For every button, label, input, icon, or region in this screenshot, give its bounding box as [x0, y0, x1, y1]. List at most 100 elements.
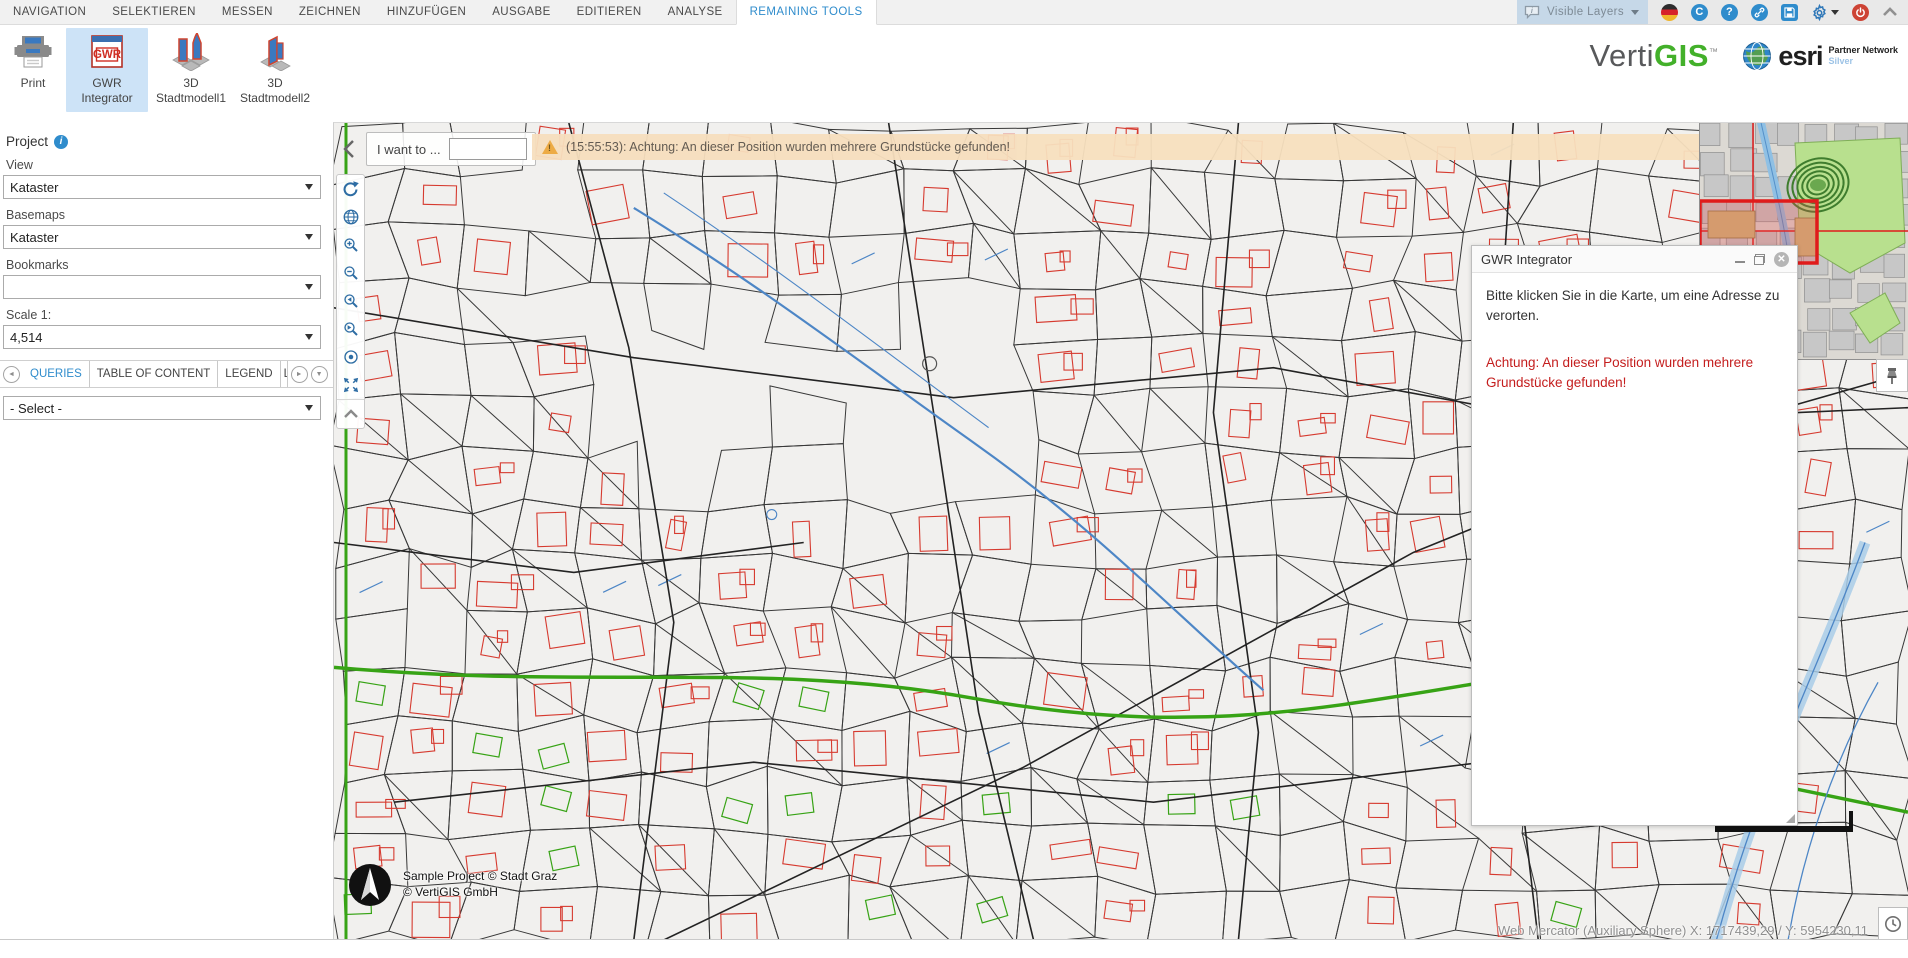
basemaps-select-value: Kataster: [10, 230, 58, 245]
zoom-out-icon[interactable]: [337, 259, 364, 287]
stadtmodell2-label-line1: 3D: [267, 76, 282, 90]
current-location-icon[interactable]: [337, 343, 364, 371]
menu-item-editieren[interactable]: EDITIEREN: [564, 0, 655, 24]
dropdown-caret-icon: [305, 184, 313, 190]
view-select[interactable]: Kataster: [3, 175, 321, 199]
tab-table-of-content[interactable]: TABLE OF CONTENT: [90, 361, 219, 387]
panel-resize-handle[interactable]: [1786, 814, 1795, 823]
minimize-icon[interactable]: [1735, 261, 1745, 263]
tabs-scroll-right-button[interactable]: ►: [291, 366, 308, 383]
tab-queries[interactable]: QUERIES: [23, 361, 90, 387]
i-want-to-label: I want to ...: [367, 142, 441, 157]
collapse-up-chevron-icon[interactable]: [337, 399, 364, 428]
settings-caret-icon: [1831, 10, 1839, 15]
brand-logos: VertiGIS™ esri Partner Network Silver: [1589, 24, 1908, 74]
print-button-label: Print: [21, 76, 46, 90]
zoom-in-icon[interactable]: [337, 231, 364, 259]
settings-gear-icon: [1811, 4, 1828, 21]
collapse-sidebar-icon[interactable]: [339, 137, 359, 161]
menu-item-zeichnen[interactable]: ZEICHNEN: [286, 0, 374, 24]
compass-north-arrow-icon[interactable]: [347, 862, 393, 908]
warning-triangle-icon: !: [542, 140, 558, 154]
bottom-strip: [0, 939, 1908, 958]
gwr-button-label-line2: Integrator: [81, 91, 132, 105]
gwr-integrator-button[interactable]: GWR GWR Integrator: [66, 28, 148, 112]
sidebar: Project i View Kataster Basemaps Kataste…: [0, 122, 333, 940]
menu-item-analyse[interactable]: ANALYSE: [655, 0, 736, 24]
i-want-to-input[interactable]: [449, 138, 527, 160]
query-select[interactable]: - Select -: [3, 396, 321, 420]
scale-label: Scale 1:: [6, 308, 333, 322]
esri-partner-text: Partner Network Silver: [1828, 45, 1898, 68]
view-select-value: Kataster: [10, 180, 58, 195]
next-extent-icon[interactable]: [337, 315, 364, 343]
esri-wordmark: esri: [1778, 41, 1822, 72]
visible-layers-caret-icon: [1631, 10, 1639, 15]
previous-extent-icon[interactable]: [337, 287, 364, 315]
sidebar-tabstrip: ◄ QUERIES TABLE OF CONTENT LEGEND L ► ▼: [0, 360, 333, 388]
tab-clipped[interactable]: L: [281, 361, 288, 387]
overview-pin-button[interactable]: [1876, 359, 1908, 392]
notification-banner[interactable]: ! (15:55:53): Achtung: An dieser Positio…: [532, 134, 1700, 160]
menu-item-selektieren[interactable]: SELEKTIEREN: [99, 0, 209, 24]
pushpin-icon: [1884, 367, 1900, 385]
dropdown-caret-icon: [305, 284, 313, 290]
view-label: View: [6, 158, 333, 172]
stadtmodell1-button[interactable]: 3D Stadtmodell1: [150, 28, 232, 112]
map-area[interactable]: I want to ... ! (15:55:53): Achtung: An …: [333, 122, 1908, 940]
globe-initial-extent-icon[interactable]: [337, 203, 364, 231]
visible-layers-label: Visible Layers: [1547, 6, 1624, 18]
query-select-value: - Select -: [10, 401, 62, 416]
stadtmodell1-label-line2: Stadtmodell1: [156, 91, 226, 105]
settings-gear-menu[interactable]: [1811, 4, 1839, 21]
i-want-to-menu[interactable]: I want to ...: [366, 132, 536, 166]
gwr-panel-message: Bitte klicken Sie in die Karte, um eine …: [1486, 286, 1783, 325]
restore-window-icon[interactable]: [1754, 254, 1765, 265]
visible-layers-toggle[interactable]: i Visible Layers: [1517, 0, 1648, 24]
tab-legend[interactable]: LEGEND: [218, 361, 280, 387]
menu-item-remaining-tools[interactable]: REMAINING TOOLS: [736, 0, 877, 25]
save-icon[interactable]: [1781, 4, 1798, 21]
stadtmodell2-icon: [236, 32, 314, 72]
menubar: NAVIGATION SELEKTIEREN MESSEN ZEICHNEN H…: [0, 0, 1908, 25]
esri-globe-icon: [1742, 41, 1772, 71]
map-tools-toolbar: [336, 174, 365, 429]
gwr-panel-titlebar[interactable]: GWR Integrator ✕: [1472, 246, 1797, 273]
vertigis-logo: VertiGIS™: [1589, 38, 1718, 74]
gwr-integrator-panel: GWR Integrator ✕ Bitte klicken Sie in di…: [1471, 245, 1798, 826]
project-info-icon[interactable]: i: [54, 135, 68, 149]
full-extent-icon[interactable]: [337, 371, 364, 399]
coordinate-status-text: Web Mercator (Auxiliary Sphere) X: 17174…: [1498, 923, 1868, 938]
share-link-icon[interactable]: [1751, 4, 1768, 21]
menu-item-ausgabe[interactable]: AUSGABE: [479, 0, 563, 24]
map-attribution: Sample Project © Stadt Graz © VertiGIS G…: [347, 862, 557, 908]
close-icon[interactable]: ✕: [1774, 252, 1789, 267]
menu-item-hinzufuegen[interactable]: HINZUFÜGEN: [374, 0, 479, 24]
esri-partner-logo: esri Partner Network Silver: [1742, 41, 1898, 72]
scale-select[interactable]: 4,514: [3, 325, 321, 349]
menu-item-messen[interactable]: MESSEN: [209, 0, 286, 24]
basemaps-label: Basemaps: [6, 208, 333, 222]
gwr-integrator-icon: GWR: [68, 32, 146, 72]
gwr-button-label-line1: GWR: [92, 76, 121, 90]
sign-out-power-icon[interactable]: [1852, 4, 1869, 21]
clock-icon: [1884, 915, 1902, 933]
refresh-icon[interactable]: [337, 175, 364, 203]
menu-item-navigation[interactable]: NAVIGATION: [0, 0, 99, 24]
basemaps-select[interactable]: Kataster: [3, 225, 321, 249]
notification-text: (15:55:53): Achtung: An dieser Position …: [566, 140, 1010, 154]
stadtmodell2-button[interactable]: 3D Stadtmodell2: [234, 28, 316, 112]
collapse-toolbar-chevron-icon[interactable]: [1882, 6, 1898, 18]
print-button[interactable]: Print: [2, 28, 64, 97]
stadtmodell2-label-line2: Stadtmodell2: [240, 91, 310, 105]
bookmarks-select[interactable]: [3, 275, 321, 299]
help-icon[interactable]: ?: [1721, 4, 1738, 21]
copyright-c-icon[interactable]: C: [1691, 4, 1708, 21]
history-clock-button[interactable]: [1878, 907, 1908, 940]
speech-bubble-info-icon: i: [1524, 5, 1540, 19]
tabs-scroll-left-button[interactable]: ◄: [3, 366, 20, 383]
dropdown-caret-icon: [305, 405, 313, 411]
bookmarks-label: Bookmarks: [6, 258, 333, 272]
language-german-flag-icon[interactable]: [1661, 4, 1678, 21]
tabs-overflow-button[interactable]: ▼: [311, 366, 328, 383]
